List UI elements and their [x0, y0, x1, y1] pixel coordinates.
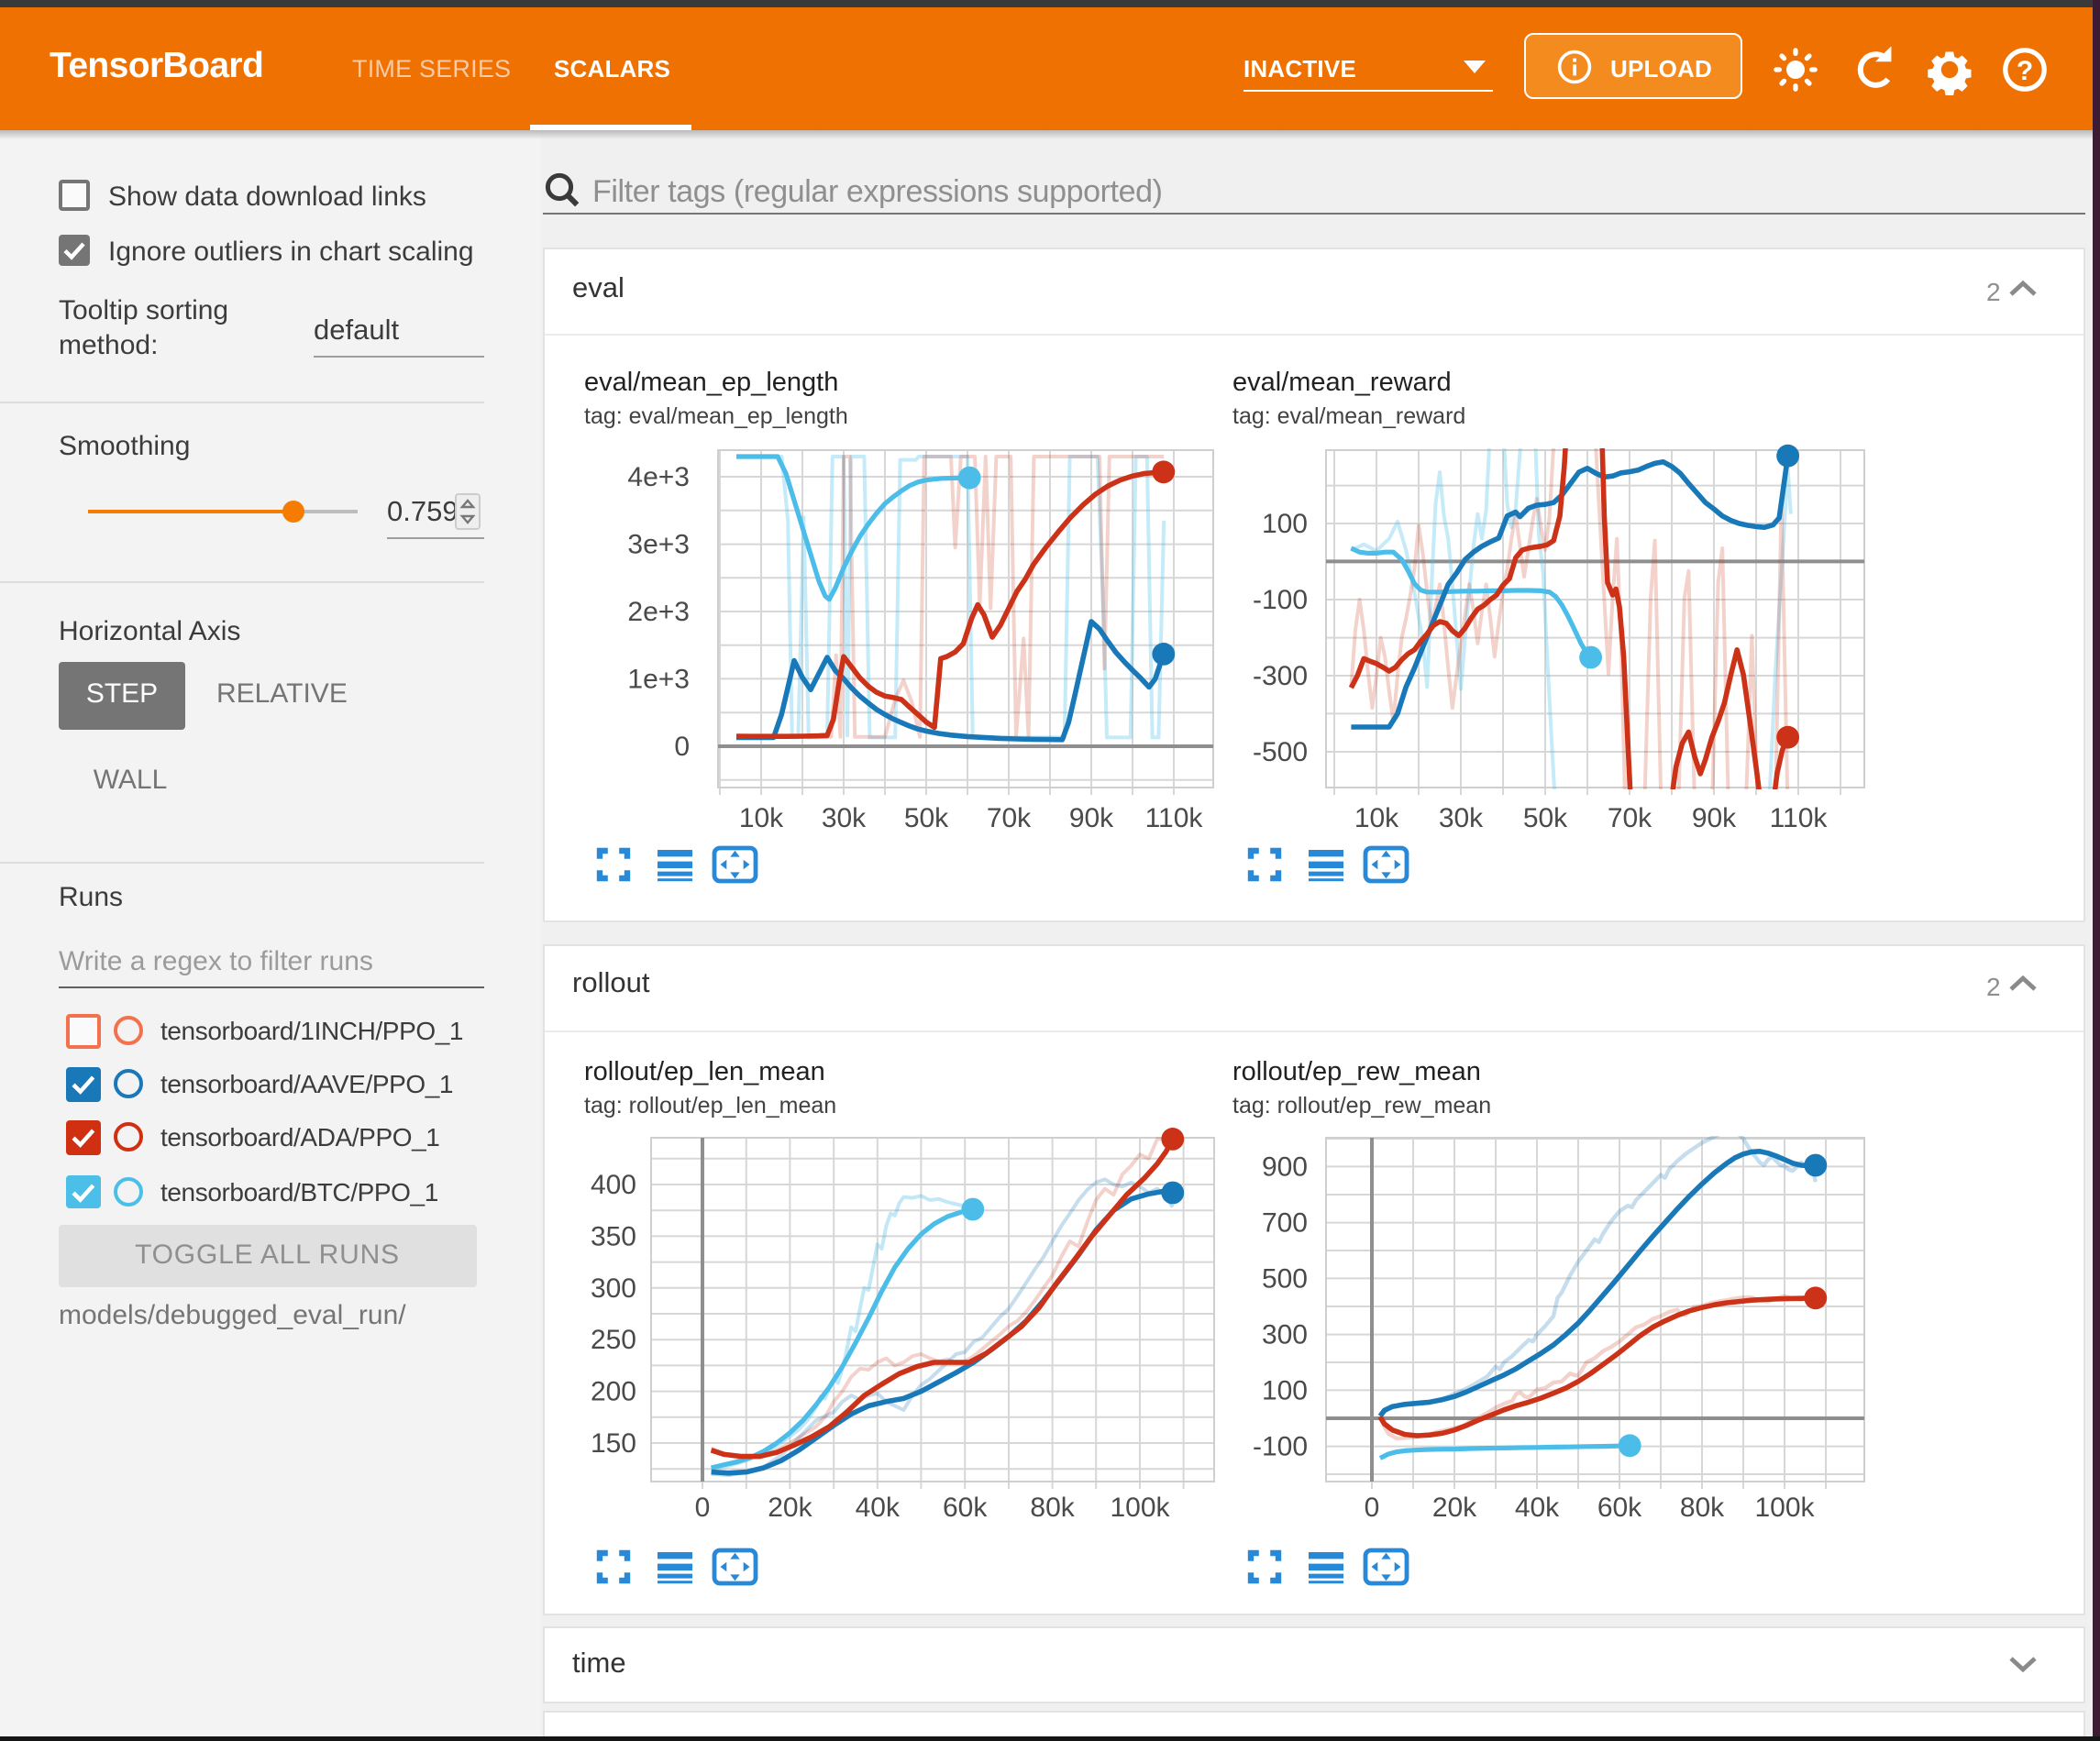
svg-text:100: 100	[1262, 1375, 1308, 1405]
svg-text:0: 0	[674, 732, 690, 762]
svg-text:100k: 100k	[1754, 1493, 1815, 1523]
svg-text:300: 300	[591, 1273, 636, 1304]
svg-text:100k: 100k	[1110, 1493, 1170, 1523]
svg-text:30k: 30k	[1439, 803, 1484, 833]
svg-text:90k: 90k	[1069, 803, 1114, 833]
svg-text:110k: 110k	[1145, 803, 1204, 833]
svg-text:70k: 70k	[1608, 803, 1652, 833]
svg-text:300: 300	[1262, 1320, 1308, 1350]
svg-text:-100: -100	[1253, 585, 1308, 615]
svg-text:-500: -500	[1253, 737, 1308, 767]
svg-text:50k: 50k	[1523, 803, 1568, 833]
svg-text:3e+3: 3e+3	[627, 530, 690, 560]
svg-text:1e+3: 1e+3	[627, 664, 690, 694]
svg-text:100: 100	[1262, 509, 1308, 539]
svg-text:-100: -100	[1253, 1432, 1308, 1462]
svg-text:150: 150	[591, 1428, 636, 1459]
svg-text:-300: -300	[1253, 661, 1308, 691]
svg-text:0: 0	[695, 1493, 711, 1523]
svg-text:40k: 40k	[856, 1493, 901, 1523]
svg-text:10k: 10k	[1354, 803, 1399, 833]
svg-text:900: 900	[1262, 1151, 1308, 1182]
svg-text:10k: 10k	[739, 803, 784, 833]
svg-text:500: 500	[1262, 1263, 1308, 1294]
svg-text:60k: 60k	[943, 1493, 988, 1523]
svg-text:50k: 50k	[904, 803, 949, 833]
svg-text:200: 200	[591, 1377, 636, 1407]
svg-text:2e+3: 2e+3	[627, 597, 690, 627]
svg-text:700: 700	[1262, 1208, 1308, 1239]
svg-text:80k: 80k	[1680, 1493, 1725, 1523]
svg-text:60k: 60k	[1597, 1493, 1642, 1523]
svg-text:90k: 90k	[1692, 803, 1737, 833]
svg-text:400: 400	[591, 1170, 636, 1200]
svg-text:350: 350	[591, 1221, 636, 1251]
svg-text:30k: 30k	[822, 803, 867, 833]
svg-text:80k: 80k	[1030, 1493, 1075, 1523]
svg-text:20k: 20k	[768, 1493, 812, 1523]
svg-text:70k: 70k	[987, 803, 1032, 833]
svg-text:110k: 110k	[1770, 803, 1829, 833]
svg-text:20k: 20k	[1432, 1493, 1477, 1523]
svg-text:0: 0	[1365, 1493, 1380, 1523]
svg-text:4e+3: 4e+3	[627, 462, 690, 492]
svg-text:40k: 40k	[1515, 1493, 1560, 1523]
svg-text:250: 250	[591, 1325, 636, 1355]
